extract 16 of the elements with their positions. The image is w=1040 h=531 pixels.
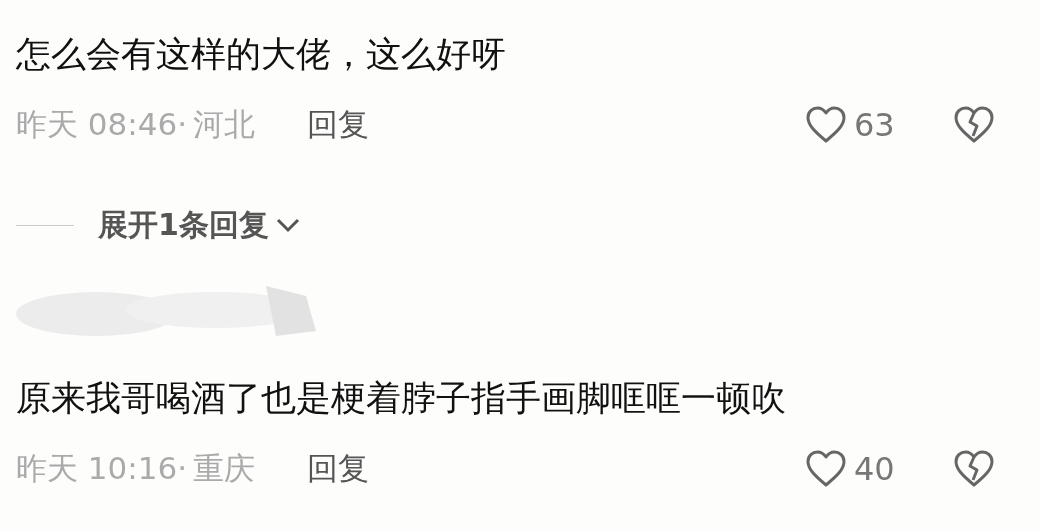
reply-link[interactable]: 回复 [307,448,370,490]
reply-link[interactable]: 回复 [307,104,370,146]
chevron-down-icon[interactable] [274,217,301,233]
comment-text: 原来我哥喝酒了也是梗着脖子指手画脚哐哐一顿吹 [16,377,787,420]
heart-icon[interactable] [806,450,846,488]
like-count: 63 [854,106,896,144]
like-count: 40 [854,450,896,488]
comment-text: 怎么会有这样的大佬，这么好呀 [16,33,507,76]
comment-time: 昨天 08:46· [16,105,188,144]
heart-icon[interactable] [806,106,846,144]
broken-heart-icon[interactable] [954,106,994,144]
comment-location: 河北 [193,105,256,144]
expand-replies-link[interactable]: 展开1条回复 [98,204,269,246]
comment-location: 重庆 [193,449,256,488]
comment-time: 昨天 10:16· [16,449,188,488]
broken-heart-icon[interactable] [954,450,994,488]
